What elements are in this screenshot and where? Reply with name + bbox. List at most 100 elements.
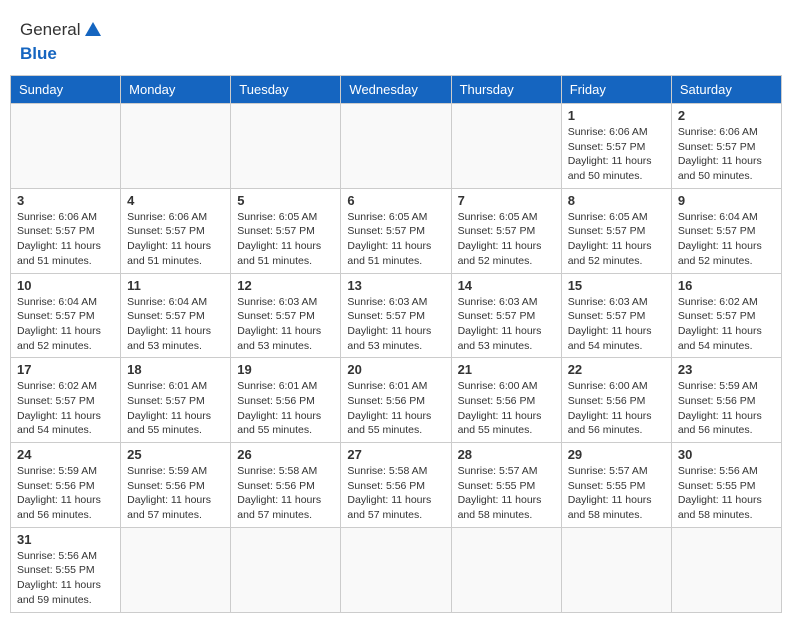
- table-row: 12 Sunrise: 6:03 AMSunset: 5:57 PMDayligh…: [231, 273, 341, 358]
- day-info: Sunrise: 5:57 AMSunset: 5:55 PMDaylight:…: [568, 464, 665, 523]
- table-row: 13 Sunrise: 6:03 AMSunset: 5:57 PMDayligh…: [341, 273, 451, 358]
- day-info: Sunrise: 5:59 AMSunset: 5:56 PMDaylight:…: [127, 464, 224, 523]
- weekday-header-tuesday: Tuesday: [231, 76, 341, 104]
- day-number: 19: [237, 362, 334, 377]
- day-info: Sunrise: 6:04 AMSunset: 5:57 PMDaylight:…: [17, 295, 114, 354]
- day-number: 30: [678, 447, 775, 462]
- table-row: 6 Sunrise: 6:05 AMSunset: 5:57 PMDaylight…: [341, 188, 451, 273]
- day-number: 6: [347, 193, 444, 208]
- day-number: 27: [347, 447, 444, 462]
- day-number: 26: [237, 447, 334, 462]
- day-number: 15: [568, 278, 665, 293]
- table-row: 18 Sunrise: 6:01 AMSunset: 5:57 PMDayligh…: [121, 358, 231, 443]
- day-number: 10: [17, 278, 114, 293]
- table-row: 11 Sunrise: 6:04 AMSunset: 5:57 PMDayligh…: [121, 273, 231, 358]
- day-number: 3: [17, 193, 114, 208]
- weekday-header-thursday: Thursday: [451, 76, 561, 104]
- logo-general-text: General: [20, 20, 80, 40]
- day-number: 24: [17, 447, 114, 462]
- table-row: 27Sunrise: 5:58 AMSunset: 5:56 PMDayligh…: [341, 443, 451, 528]
- table-row: [341, 527, 451, 612]
- day-number: 21: [458, 362, 555, 377]
- table-row: 19 Sunrise: 6:01 AMSunset: 5:56 PMDayligh…: [231, 358, 341, 443]
- day-number: 31: [17, 532, 114, 547]
- calendar: SundayMondayTuesdayWednesdayThursdayFrid…: [10, 75, 782, 613]
- calendar-row-6: 31 Sunrise: 5:56 AMSunset: 5:55 PMDayligh…: [11, 527, 782, 612]
- table-row: 23 Sunrise: 5:59 AMSunset: 5:56 PMDayligh…: [671, 358, 781, 443]
- day-info: Sunrise: 5:56 AMSunset: 5:55 PMDaylight:…: [17, 549, 114, 608]
- day-info: Sunrise: 5:59 AMSunset: 5:56 PMDaylight:…: [678, 379, 775, 438]
- table-row: 26 Sunrise: 5:58 AMSunset: 5:56 PMDayligh…: [231, 443, 341, 528]
- logo: General Blue: [20, 20, 101, 64]
- logo-wordmark: General: [20, 20, 101, 40]
- day-number: 20: [347, 362, 444, 377]
- day-info: Sunrise: 6:03 AMSunset: 5:57 PMDaylight:…: [237, 295, 334, 354]
- table-row: 4Sunrise: 6:06 AMSunset: 5:57 PMDaylight…: [121, 188, 231, 273]
- table-row: [121, 104, 231, 189]
- table-row: 8Sunrise: 6:05 AMSunset: 5:57 PMDaylight…: [561, 188, 671, 273]
- day-info: Sunrise: 6:02 AMSunset: 5:57 PMDaylight:…: [17, 379, 114, 438]
- table-row: [671, 527, 781, 612]
- table-row: [561, 527, 671, 612]
- day-number: 22: [568, 362, 665, 377]
- weekday-header-saturday: Saturday: [671, 76, 781, 104]
- day-number: 11: [127, 278, 224, 293]
- day-number: 12: [237, 278, 334, 293]
- weekday-header-row: SundayMondayTuesdayWednesdayThursdayFrid…: [11, 76, 782, 104]
- day-info: Sunrise: 6:05 AMSunset: 5:57 PMDaylight:…: [458, 210, 555, 269]
- day-number: 14: [458, 278, 555, 293]
- table-row: [231, 104, 341, 189]
- table-row: 29 Sunrise: 5:57 AMSunset: 5:55 PMDayligh…: [561, 443, 671, 528]
- day-info: Sunrise: 6:03 AMSunset: 5:57 PMDaylight:…: [347, 295, 444, 354]
- day-number: 1: [568, 108, 665, 123]
- day-number: 9: [678, 193, 775, 208]
- table-row: 3 Sunrise: 6:06 AMSunset: 5:57 PMDaylight…: [11, 188, 121, 273]
- table-row: [11, 104, 121, 189]
- day-info: Sunrise: 6:06 AMSunset: 5:57 PMDaylight:…: [127, 210, 224, 269]
- logo-blue-text: Blue: [20, 44, 57, 64]
- day-info: Sunrise: 6:05 AMSunset: 5:57 PMDaylight:…: [347, 210, 444, 269]
- day-info: Sunrise: 5:59 AMSunset: 5:56 PMDaylight:…: [17, 464, 114, 523]
- day-info: Sunrise: 6:02 AMSunset: 5:57 PMDaylight:…: [678, 295, 775, 354]
- day-number: 18: [127, 362, 224, 377]
- table-row: 9 Sunrise: 6:04 AMSunset: 5:57 PMDaylight…: [671, 188, 781, 273]
- day-info: Sunrise: 6:03 AMSunset: 5:57 PMDaylight:…: [458, 295, 555, 354]
- day-number: 28: [458, 447, 555, 462]
- header: General Blue: [10, 10, 782, 69]
- day-number: 13: [347, 278, 444, 293]
- table-row: [451, 104, 561, 189]
- weekday-header-wednesday: Wednesday: [341, 76, 451, 104]
- day-info: Sunrise: 6:06 AMSunset: 5:57 PMDaylight:…: [678, 125, 775, 184]
- day-number: 29: [568, 447, 665, 462]
- table-row: 25Sunrise: 5:59 AMSunset: 5:56 PMDayligh…: [121, 443, 231, 528]
- table-row: 31 Sunrise: 5:56 AMSunset: 5:55 PMDayligh…: [11, 527, 121, 612]
- table-row: 7Sunrise: 6:05 AMSunset: 5:57 PMDaylight…: [451, 188, 561, 273]
- table-row: 2Sunrise: 6:06 AMSunset: 5:57 PMDaylight…: [671, 104, 781, 189]
- day-number: 8: [568, 193, 665, 208]
- table-row: 21Sunrise: 6:00 AMSunset: 5:56 PMDayligh…: [451, 358, 561, 443]
- table-row: 24 Sunrise: 5:59 AMSunset: 5:56 PMDayligh…: [11, 443, 121, 528]
- day-info: Sunrise: 5:58 AMSunset: 5:56 PMDaylight:…: [237, 464, 334, 523]
- day-number: 23: [678, 362, 775, 377]
- table-row: [451, 527, 561, 612]
- day-info: Sunrise: 6:04 AMSunset: 5:57 PMDaylight:…: [678, 210, 775, 269]
- day-info: Sunrise: 6:01 AMSunset: 5:56 PMDaylight:…: [347, 379, 444, 438]
- calendar-row-3: 10 Sunrise: 6:04 AMSunset: 5:57 PMDayligh…: [11, 273, 782, 358]
- table-row: [121, 527, 231, 612]
- calendar-row-5: 24 Sunrise: 5:59 AMSunset: 5:56 PMDayligh…: [11, 443, 782, 528]
- day-number: 16: [678, 278, 775, 293]
- table-row: 22 Sunrise: 6:00 AMSunset: 5:56 PMDayligh…: [561, 358, 671, 443]
- day-info: Sunrise: 6:01 AMSunset: 5:56 PMDaylight:…: [237, 379, 334, 438]
- day-info: Sunrise: 6:04 AMSunset: 5:57 PMDaylight:…: [127, 295, 224, 354]
- day-info: Sunrise: 6:06 AMSunset: 5:57 PMDaylight:…: [568, 125, 665, 184]
- weekday-header-monday: Monday: [121, 76, 231, 104]
- table-row: 14 Sunrise: 6:03 AMSunset: 5:57 PMDayligh…: [451, 273, 561, 358]
- table-row: 30Sunrise: 5:56 AMSunset: 5:55 PMDayligh…: [671, 443, 781, 528]
- day-info: Sunrise: 6:03 AMSunset: 5:57 PMDaylight:…: [568, 295, 665, 354]
- day-number: 17: [17, 362, 114, 377]
- day-number: 5: [237, 193, 334, 208]
- day-info: Sunrise: 6:00 AMSunset: 5:56 PMDaylight:…: [568, 379, 665, 438]
- table-row: [231, 527, 341, 612]
- day-info: Sunrise: 6:06 AMSunset: 5:57 PMDaylight:…: [17, 210, 114, 269]
- day-info: Sunrise: 6:01 AMSunset: 5:57 PMDaylight:…: [127, 379, 224, 438]
